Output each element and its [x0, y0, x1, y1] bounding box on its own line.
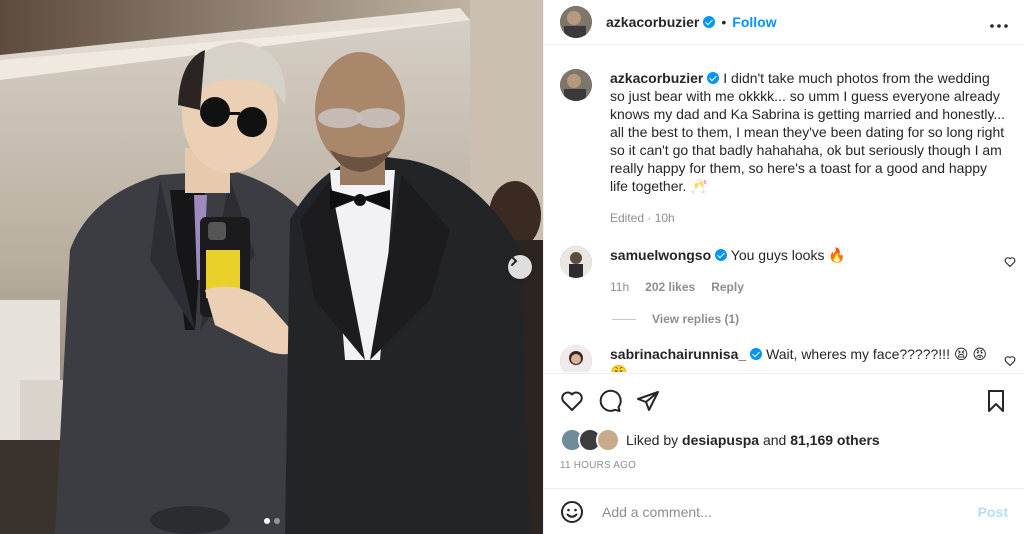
more-options-button[interactable]	[990, 12, 1008, 33]
comment-text: You guys looks 🔥	[730, 247, 846, 263]
caption-username[interactable]: azkacorbuzier	[610, 70, 703, 86]
verified-badge-icon	[750, 348, 763, 360]
comment-username[interactable]: samuelwongso	[610, 247, 711, 263]
caption-author-avatar[interactable]	[560, 69, 592, 101]
post-actions: Liked by desiapuspa and 81,169 others 11…	[544, 373, 1024, 471]
avatar-image	[560, 69, 592, 101]
author-username[interactable]: azkacorbuzier	[606, 14, 699, 30]
follow-button[interactable]: Follow	[732, 14, 776, 30]
photo-illustration	[0, 0, 543, 534]
post-view: azkacorbuzier • Follow azkacorbuzier I d…	[0, 0, 1024, 534]
emoji-smiley-icon[interactable]	[560, 500, 584, 524]
like-heart-icon[interactable]	[560, 389, 584, 413]
avatar-image	[560, 246, 592, 278]
post-header: azkacorbuzier • Follow	[544, 0, 1024, 45]
commenter-avatar[interactable]	[560, 345, 592, 372]
view-replies-button[interactable]: View replies (1)	[612, 312, 1024, 326]
liker-avatars	[560, 428, 620, 452]
view-replies-line	[612, 318, 636, 320]
caption: azkacorbuzier I didn't take much photos …	[544, 69, 1024, 227]
commenter-avatar[interactable]	[560, 246, 592, 278]
edited-time: Edited · 10h	[610, 211, 675, 225]
comment-body: sabrinachairunnisa_ Wait, wheres my face…	[610, 345, 990, 372]
add-comment-input[interactable]	[600, 502, 978, 521]
save-bookmark-icon[interactable]	[984, 389, 1008, 413]
comments-area[interactable]: azkacorbuzier I didn't take much photos …	[544, 45, 1024, 372]
reply-button[interactable]: Reply	[711, 278, 744, 296]
likes-prefix: Liked by	[626, 432, 679, 448]
carousel-dot-active	[263, 518, 270, 524]
post-comment-button[interactable]: Post	[978, 504, 1008, 520]
comment-meta: 11h 202 likes Reply	[610, 278, 990, 296]
verified-badge-icon	[703, 16, 716, 28]
more-horizontal-icon	[990, 23, 1008, 28]
comment-item: samuelwongso You guys looks 🔥 11h 202 li…	[544, 246, 1024, 296]
likes-count[interactable]: 81,169 others	[790, 432, 880, 448]
comment-like-heart-icon[interactable]	[1004, 355, 1016, 367]
carousel-dot	[273, 518, 280, 524]
caption-meta: Edited · 10h	[610, 209, 1006, 227]
likes-joiner: and	[762, 432, 787, 448]
avatar-image	[560, 6, 592, 38]
view-replies-label: View replies (1)	[652, 312, 740, 326]
avatar-image	[560, 345, 592, 372]
comment-item: sabrinachairunnisa_ Wait, wheres my face…	[544, 345, 1024, 372]
comment-body: samuelwongso You guys looks 🔥 11h 202 li…	[610, 246, 990, 296]
share-paper-plane-icon[interactable]	[636, 389, 660, 413]
carousel-indicator	[0, 518, 543, 524]
comment-username[interactable]: sabrinachairunnisa_	[610, 346, 746, 362]
post-photo[interactable]	[0, 0, 543, 534]
verified-badge-icon	[707, 72, 720, 84]
likes-summary: Liked by desiapuspa and 81,169 others	[544, 428, 1024, 452]
post-timestamp[interactable]: 11 HOURS AGO	[544, 460, 1024, 471]
comment-bubble-icon[interactable]	[598, 389, 622, 413]
caption-text-block: azkacorbuzier I didn't take much photos …	[610, 69, 1006, 227]
header-separator: •	[721, 14, 727, 30]
post-side-panel: azkacorbuzier • Follow azkacorbuzier I d…	[543, 0, 1024, 534]
comment-time: 11h	[610, 280, 630, 294]
next-photo-button[interactable]	[508, 255, 532, 279]
comment-likes[interactable]: 202 likes	[645, 278, 695, 296]
liker-avatar[interactable]	[596, 428, 620, 452]
add-comment-bar: Post	[544, 488, 1024, 534]
liked-by-user[interactable]: desiapuspa	[682, 432, 759, 448]
caption-text: I didn't take much photos from the weddi…	[610, 70, 1006, 194]
chevron-right-icon	[511, 256, 518, 266]
verified-badge-icon	[715, 249, 728, 261]
author-avatar[interactable]	[560, 6, 592, 38]
comment-like-heart-icon[interactable]	[1004, 256, 1016, 268]
action-bar	[544, 374, 1024, 428]
